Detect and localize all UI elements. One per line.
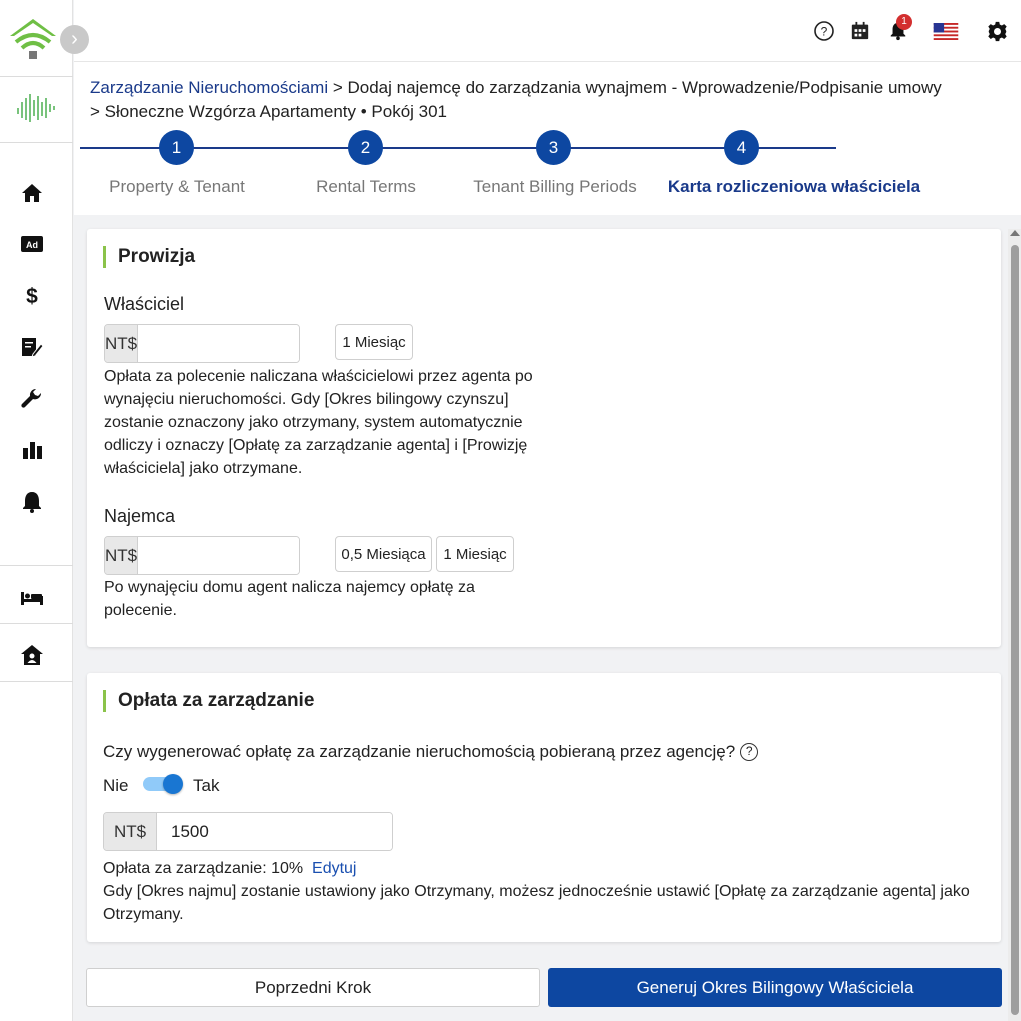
tenant-half-month-button[interactable]: 0,5 Miesiąca bbox=[335, 536, 432, 572]
management-fee-note: Gdy [Okres najmu] zostanie ustawiony jak… bbox=[103, 883, 970, 923]
tenant-fee-input[interactable] bbox=[138, 537, 299, 574]
sidebar-divider bbox=[0, 623, 73, 624]
management-fee-toggle[interactable] bbox=[143, 774, 183, 794]
bed-icon[interactable] bbox=[19, 584, 45, 610]
owner-1-month-button[interactable]: 1 Miesiąc bbox=[335, 324, 413, 360]
top-bar bbox=[74, 0, 1021, 62]
sidebar-divider bbox=[0, 142, 73, 143]
step-1-label[interactable]: Property & Tenant bbox=[96, 177, 258, 197]
sidebar-divider bbox=[0, 565, 73, 566]
management-fee-rate: Opłata za zarządzanie: 10% Edytuj bbox=[103, 857, 356, 880]
management-fee-currency-prefix: NT$ bbox=[104, 813, 157, 850]
tenant-1-month-button[interactable]: 1 Miesiąc bbox=[436, 536, 514, 572]
notification-badge: 1 bbox=[896, 14, 912, 30]
owner-currency-prefix: NT$ bbox=[105, 325, 139, 362]
breadcrumb: Zarządzanie Nieruchomościami > Dodaj naj… bbox=[90, 76, 970, 124]
bar-chart-icon[interactable] bbox=[19, 437, 45, 463]
management-fee-question: Czy wygenerować opłatę za zarządzanie ni… bbox=[103, 742, 759, 762]
svg-text:Ad: Ad bbox=[26, 240, 38, 250]
step-4-circle[interactable]: 4 bbox=[724, 130, 759, 165]
breadcrumb-root-link[interactable]: Zarządzanie Nieruchomościami bbox=[90, 78, 328, 97]
management-fee-question-text: Czy wygenerować opłatę za zarządzanie ni… bbox=[103, 742, 736, 761]
ad-icon[interactable]: Ad bbox=[19, 231, 45, 257]
dollar-icon[interactable]: $ bbox=[19, 282, 45, 308]
edit-rate-link[interactable]: Edytuj bbox=[312, 860, 356, 877]
owner-fee-description: Opłata za polecenie naliczana właściciel… bbox=[104, 368, 533, 477]
sidebar-collapse-button[interactable]: › bbox=[60, 25, 89, 54]
calendar-icon[interactable] bbox=[849, 20, 871, 42]
step-3-label[interactable]: Tenant Billing Periods bbox=[460, 177, 650, 197]
bell-icon[interactable] bbox=[19, 489, 45, 515]
help-circle-icon[interactable]: ? bbox=[813, 20, 835, 42]
wrench-icon[interactable] bbox=[19, 386, 45, 412]
scroll-up-arrow-icon[interactable] bbox=[1010, 230, 1020, 236]
owner-fee-field[interactable]: NT$ bbox=[104, 324, 300, 363]
svg-text:$: $ bbox=[26, 285, 38, 307]
tenant-currency-prefix: NT$ bbox=[105, 537, 139, 574]
sidebar: › Ad $ bbox=[0, 0, 89, 1021]
house-user-icon[interactable] bbox=[19, 642, 45, 668]
step-4-label[interactable]: Karta rozliczeniowa właściciela bbox=[662, 177, 926, 197]
home-icon[interactable] bbox=[19, 180, 45, 206]
management-fee-amount-input[interactable] bbox=[157, 813, 392, 850]
management-fee-card: Opłata za zarządzanie Czy wygenerować op… bbox=[87, 673, 1001, 942]
svg-text:?: ? bbox=[821, 25, 828, 39]
sidebar-divider bbox=[0, 681, 73, 682]
brand-wave-logo bbox=[14, 90, 58, 124]
tenant-label: Najemca bbox=[104, 506, 176, 526]
us-flag-icon[interactable] bbox=[933, 20, 959, 42]
scrollbar-thumb[interactable] bbox=[1011, 245, 1019, 1015]
commission-title: Prowizja bbox=[103, 246, 195, 268]
help-circle-icon[interactable]: ? bbox=[740, 743, 759, 761]
wifi-home-logo[interactable] bbox=[8, 16, 58, 62]
previous-step-button[interactable]: Poprzedni Krok bbox=[86, 968, 540, 1007]
management-fee-title: Opłata za zarządzanie bbox=[103, 690, 314, 712]
tenant-fee-description: Po wynajęciu domu agent nalicza najemcy … bbox=[104, 579, 475, 619]
gear-icon[interactable] bbox=[986, 20, 1008, 42]
toggle-knob bbox=[163, 774, 183, 794]
management-fee-rate-text: Opłata za zarządzanie: 10% bbox=[103, 860, 304, 877]
step-1-circle[interactable]: 1 bbox=[159, 130, 194, 165]
owner-label: Właściciel bbox=[104, 294, 185, 314]
generate-owner-billing-button[interactable]: Generuj Okres Bilingowy Właściciela bbox=[548, 968, 1002, 1007]
step-2-label[interactable]: Rental Terms bbox=[296, 177, 436, 197]
step-2-circle[interactable]: 2 bbox=[348, 130, 383, 165]
toggle-off-label: Nie bbox=[103, 776, 129, 795]
owner-fee-input[interactable] bbox=[138, 325, 299, 362]
contract-edit-icon[interactable] bbox=[19, 334, 45, 360]
tenant-fee-field[interactable]: NT$ bbox=[104, 536, 300, 575]
sidebar-divider bbox=[0, 76, 73, 77]
toggle-on-label: Tak bbox=[193, 776, 220, 795]
breadcrumb-current: > Dodaj najemcę do zarządzania wynajmem … bbox=[328, 78, 942, 97]
breadcrumb-property: > Słoneczne Wzgórza Apartamenty • Pokój … bbox=[90, 102, 448, 121]
management-fee-amount-field[interactable]: NT$ bbox=[103, 812, 393, 851]
step-3-circle[interactable]: 3 bbox=[536, 130, 571, 165]
commission-card: Prowizja Właściciel NT$ 1 Miesiąc Opłata… bbox=[87, 229, 1001, 647]
